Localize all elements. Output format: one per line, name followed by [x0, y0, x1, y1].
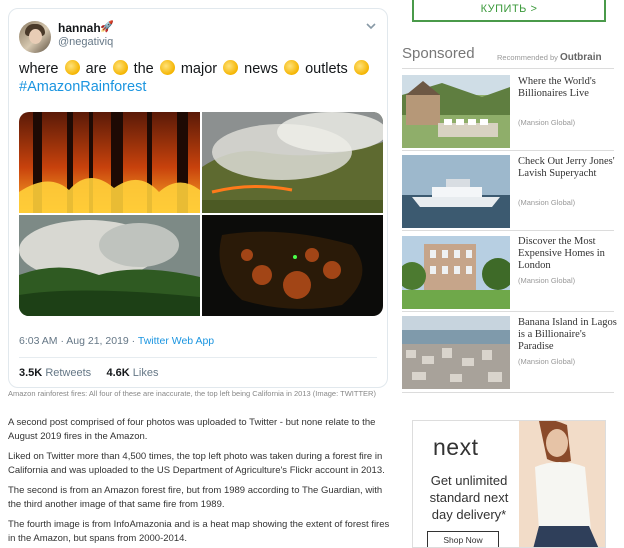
hashtag-link[interactable]: #AmazonRainforest: [19, 79, 146, 95]
photo-forest-fire-california[interactable]: [19, 112, 200, 213]
likes-count[interactable]: 4.6K: [106, 367, 129, 379]
tweet-word: are: [85, 61, 107, 77]
tweet-word: outlets: [305, 61, 348, 77]
banner-model-image: [519, 421, 605, 547]
ad-image-superyacht[interactable]: [402, 155, 510, 228]
tweet-source-app[interactable]: Twitter Web App: [138, 335, 214, 347]
likes-label[interactable]: Likes: [133, 367, 159, 379]
tweet-time[interactable]: 6:03 AM · Aug 21, 2019 ·: [19, 335, 138, 347]
recommended-by-label: Recommended by: [497, 53, 558, 62]
tweet-timestamp: 6:03 AM · Aug 21, 2019 · Twitter Web App: [19, 335, 214, 347]
image-caption: Amazon rainforest fires: All four of the…: [8, 389, 390, 398]
tweet-user-handle[interactable]: @negativiq: [58, 36, 113, 48]
clap-emoji-icon: [223, 60, 239, 75]
shop-now-button[interactable]: Shop Now: [427, 531, 499, 547]
article-paragraph: A second post comprised of four photos w…: [8, 417, 376, 442]
divider: [402, 150, 614, 151]
ad-image-billionaires[interactable]: [402, 75, 510, 148]
clap-emoji-icon: [64, 60, 80, 75]
avatar[interactable]: [19, 21, 51, 53]
recommended-by[interactable]: Recommended by Outbrain: [497, 52, 602, 63]
photo-amazon-fire-1989-aerial[interactable]: [202, 112, 383, 213]
ad-source: (Mansion Global): [518, 357, 576, 366]
divider: [402, 68, 614, 69]
tweet-text: where are the major news outlets: [19, 59, 379, 79]
ad-title[interactable]: Check Out Jerry Jones' Lavish Superyacht: [518, 156, 618, 180]
sponsored-heading: Sponsored: [402, 45, 475, 62]
rocket-emoji-icon: 🚀: [100, 21, 114, 33]
ad-title[interactable]: Discover the Most Expensive Homes in Lon…: [518, 236, 618, 272]
ad-image-lagos[interactable]: [402, 316, 510, 389]
divider: [402, 230, 614, 231]
tweet-word: where: [19, 61, 59, 77]
chevron-down-icon[interactable]: [365, 21, 377, 31]
buy-button[interactable]: КУПИТЬ >: [414, 3, 604, 15]
tweet-user-name[interactable]: hannah: [58, 21, 101, 35]
banner-copy: Get unlimited standard next day delivery…: [429, 473, 509, 522]
clap-emoji-icon: [284, 60, 300, 75]
ad-source: (Mansion Global): [518, 118, 576, 127]
tweet-photo-grid: [19, 112, 383, 316]
next-logo: next: [433, 434, 479, 460]
retweets-count[interactable]: 3.5K: [19, 367, 42, 379]
tweet-word: news: [244, 61, 279, 77]
caption-text: Amazon rainforest fires: All four of the…: [8, 389, 311, 398]
divider: [402, 392, 614, 393]
article-paragraph: The fourth image is from InfoAmazonia an…: [8, 519, 390, 544]
divider: [19, 357, 377, 358]
clap-emoji-icon: [112, 60, 128, 75]
tweet-word: major: [180, 61, 218, 77]
divider: [402, 311, 614, 312]
ad-image-london-homes[interactable]: [402, 236, 510, 309]
photo-infoamazonia-heat-map[interactable]: [202, 215, 383, 316]
embedded-tweet: hannah 🚀 @negativiq where are the major …: [8, 8, 388, 388]
clap-emoji-icon: [159, 60, 175, 75]
ad-title[interactable]: Banana Island in Lagos is a Billionaire'…: [518, 317, 618, 353]
clap-emoji-icon: [353, 60, 369, 75]
next-banner-ad[interactable]: next Get unlimited standard next day del…: [412, 420, 606, 548]
ad-source: (Mansion Global): [518, 276, 576, 285]
outbrain-logo[interactable]: Outbrain: [560, 52, 602, 63]
tweet-word: the: [133, 61, 154, 77]
caption-credit: (Image: TWITTER): [312, 389, 376, 398]
article-paragraph: Liked on Twitter more than 4,500 times, …: [8, 451, 385, 476]
ad-title[interactable]: Where the World's Billionaires Live: [518, 76, 618, 100]
article-paragraph: The second is from an Amazon forest fire…: [8, 485, 383, 510]
photo-amazon-fire-1989-smoke[interactable]: [19, 215, 200, 316]
tweet-stats: 3.5K Retweets 4.6K Likes: [19, 367, 158, 379]
ad-source: (Mansion Global): [518, 198, 576, 207]
retweets-label[interactable]: Retweets: [45, 367, 91, 379]
buy-ad-box[interactable]: КУПИТЬ >: [412, 0, 606, 22]
